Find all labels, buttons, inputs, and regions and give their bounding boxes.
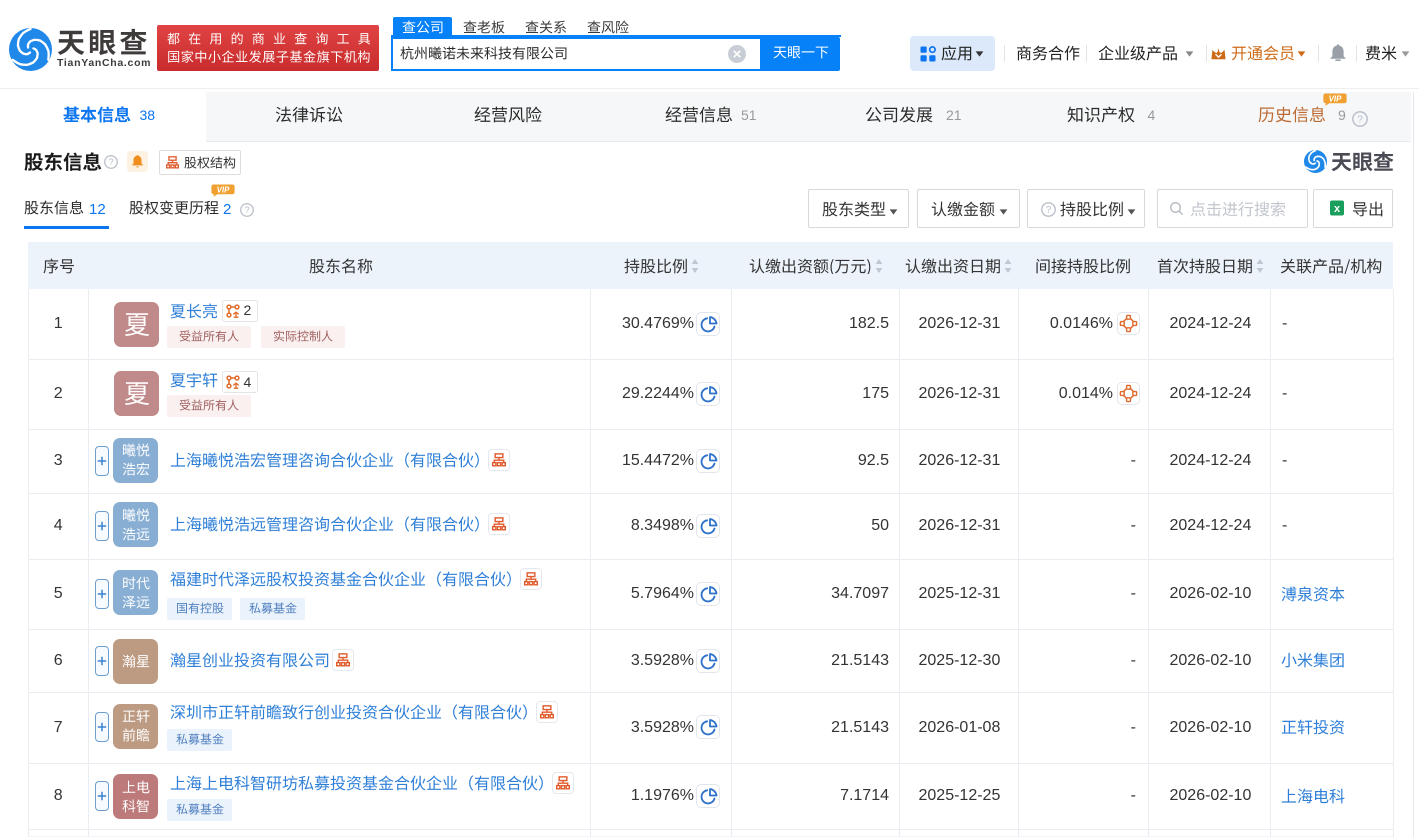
svg-text:?: ? [108, 157, 113, 167]
svg-text:?: ? [1046, 205, 1052, 216]
svg-text:?: ? [244, 205, 249, 215]
svg-text:?: ? [1357, 113, 1363, 125]
svg-text:VIP: VIP [1329, 94, 1343, 103]
svg-text:x: x [1334, 203, 1341, 215]
svg-text:VIP: VIP [217, 185, 231, 194]
